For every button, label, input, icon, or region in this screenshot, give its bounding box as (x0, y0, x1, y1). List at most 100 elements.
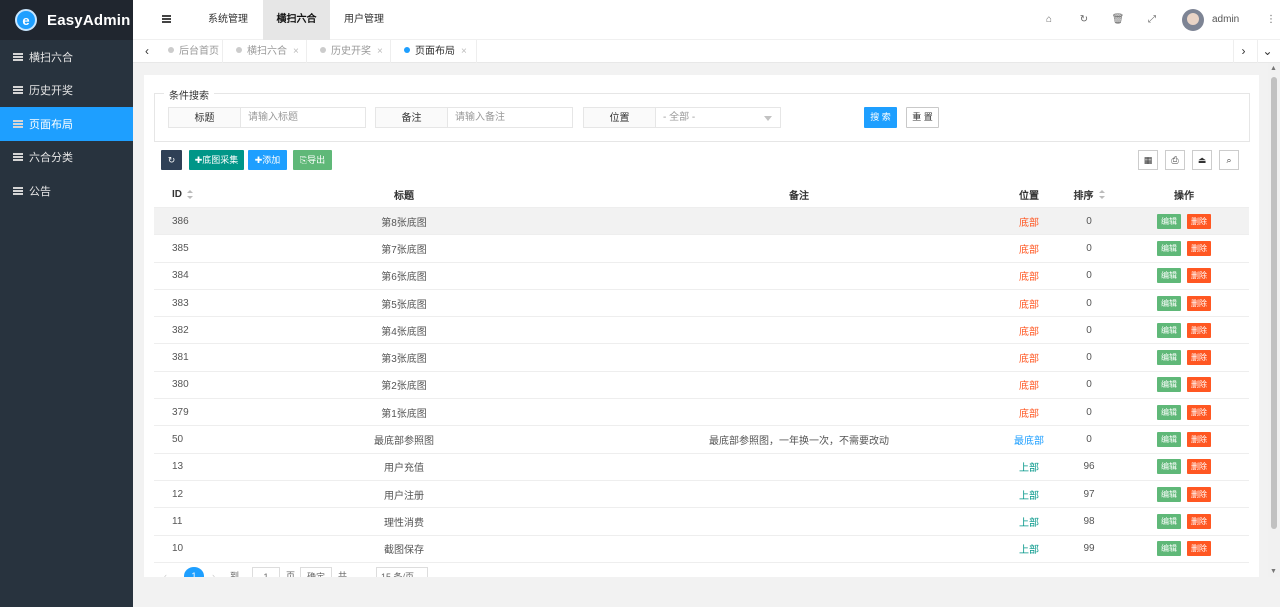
scroll-up-icon[interactable]: ▲ (1270, 65, 1277, 72)
fullscreen-icon[interactable]: ⤢ (1145, 13, 1159, 27)
note-search-input[interactable]: 请输入备注 (448, 107, 573, 128)
close-icon[interactable]: × (377, 46, 383, 57)
tab-menu-chevron-down-icon[interactable]: ⌄ (1257, 40, 1277, 63)
delete-button[interactable]: 删除 (1187, 322, 1211, 338)
home-icon[interactable]: ⌂ (1042, 13, 1056, 27)
delete-button[interactable]: 删除 (1187, 350, 1211, 366)
delete-button[interactable]: 删除 (1187, 486, 1211, 502)
add-button[interactable]: ✚添加 (248, 150, 287, 170)
edit-button[interactable]: 编辑 (1157, 513, 1181, 529)
edit-button[interactable]: 编辑 (1157, 432, 1181, 448)
more-icon[interactable]: ⋮ (1264, 13, 1278, 27)
delete-button[interactable]: 删除 (1187, 240, 1211, 256)
refresh-table-button[interactable]: ↻ (161, 150, 182, 170)
table-row[interactable]: 384 第6张底图 底部 0 编辑 删除 (154, 263, 1249, 290)
page-current[interactable]: 1 (184, 567, 204, 577)
table-row[interactable]: 12 用户注册 上部 97 编辑 删除 (154, 481, 1249, 509)
title-label: 标题 (168, 107, 241, 128)
table-row[interactable]: 11 理性消费 上部 98 编辑 删除 (154, 508, 1249, 536)
delete-button[interactable]: 删除 (1187, 268, 1211, 284)
reset-button[interactable]: 重 置 (906, 107, 939, 128)
tab-henghao[interactable]: 横扫六合 × (223, 40, 307, 63)
scroll-down-icon[interactable]: ▼ (1270, 568, 1277, 575)
table-header: ID 标题 备注 位置 排序 操作 (154, 181, 1249, 208)
table-row[interactable]: 383 第5张底图 底部 0 编辑 删除 (154, 290, 1249, 318)
clear-cache-icon[interactable]: 🗑 (1111, 13, 1125, 27)
cell-position: 底部 (1019, 217, 1039, 229)
edit-button[interactable]: 编辑 (1157, 213, 1181, 229)
delete-button[interactable]: 删除 (1187, 513, 1211, 529)
column-header-sort[interactable]: 排序 (1064, 181, 1114, 207)
edit-button[interactable]: 编辑 (1157, 268, 1181, 284)
menu-toggle-icon[interactable] (162, 15, 171, 23)
tab-scroll-right-icon[interactable]: › (1233, 40, 1253, 63)
table-row[interactable]: 385 第7张底图 底部 0 编辑 删除 (154, 235, 1249, 263)
edit-button[interactable]: 编辑 (1157, 541, 1181, 557)
top-nav-users[interactable]: 用户管理 (331, 0, 397, 40)
logo[interactable]: e EasyAdmin (0, 0, 133, 40)
table-row[interactable]: 381 第3张底图 底部 0 编辑 删除 (154, 344, 1249, 372)
username[interactable]: admin (1212, 0, 1239, 40)
sidebar-item-layout[interactable]: 页面布局 (0, 107, 133, 141)
position-select[interactable]: - 全部 - (656, 107, 781, 128)
cell-actions: 编辑 删除 (1134, 344, 1234, 370)
sort-icon[interactable] (1098, 189, 1105, 199)
table-row[interactable]: 380 第2张底图 底部 0 编辑 删除 (154, 372, 1249, 400)
delete-button[interactable]: 删除 (1187, 404, 1211, 420)
edit-button[interactable]: 编辑 (1157, 404, 1181, 420)
delete-button[interactable]: 删除 (1187, 541, 1211, 557)
tab-scroll-left-icon[interactable]: ‹ (137, 40, 157, 63)
delete-button[interactable]: 删除 (1187, 432, 1211, 448)
table-row[interactable]: 379 第1张底图 底部 0 编辑 删除 (154, 399, 1249, 427)
table-row[interactable]: 13 用户充值 上部 96 编辑 删除 (154, 454, 1249, 481)
top-nav-system[interactable]: 系统管理 (195, 0, 261, 40)
table-row[interactable]: 386 第8张底图 底部 0 编辑 删除 (154, 208, 1249, 236)
print-icon[interactable]: ⎙ (1165, 150, 1185, 170)
per-page-select[interactable]: 15 条/页 (376, 567, 428, 577)
close-icon[interactable]: × (293, 46, 299, 57)
tab-history[interactable]: 历史开奖 × (307, 40, 391, 63)
columns-filter-icon[interactable]: ▦ (1138, 150, 1158, 170)
close-icon[interactable]: × (461, 46, 467, 57)
next-page-icon[interactable]: › (212, 567, 215, 577)
refresh-icon[interactable]: ↻ (1077, 13, 1091, 27)
note-label: 备注 (375, 107, 448, 128)
tab-layout[interactable]: 页面布局 × (391, 40, 477, 63)
sidebar-item-henghao[interactable]: 横扫六合 (0, 40, 133, 74)
title-search-input[interactable]: 请输入标题 (241, 107, 366, 128)
delete-button[interactable]: 删除 (1187, 213, 1211, 229)
sidebar-item-category[interactable]: 六合分类 (0, 141, 133, 175)
scrollbar-thumb[interactable] (1271, 77, 1277, 529)
page-scrollbar[interactable]: ▲ ▼ (1268, 63, 1280, 577)
export-tool-icon[interactable]: ⏏ (1192, 150, 1212, 170)
cell-sort: 96 (1083, 461, 1095, 473)
edit-button[interactable]: 编辑 (1157, 295, 1181, 311)
edit-button[interactable]: 编辑 (1157, 377, 1181, 393)
tab-home[interactable]: 后台首页 (155, 40, 223, 63)
top-nav-henghao[interactable]: 横扫六合 (263, 0, 330, 40)
collect-button[interactable]: ✚底图采集 (189, 150, 244, 170)
goto-confirm-button[interactable]: 确定 (300, 567, 332, 577)
edit-button[interactable]: 编辑 (1157, 350, 1181, 366)
table-row[interactable]: 50 最底部参照图 最底部参照图，一年换一次，不需要改动 最底部 0 编辑 删除 (154, 426, 1249, 454)
sidebar-item-notice[interactable]: 公告 (0, 174, 133, 208)
edit-button[interactable]: 编辑 (1157, 322, 1181, 338)
table-row[interactable]: 10 截图保存 上部 99 编辑 删除 (154, 536, 1249, 563)
table-row[interactable]: 382 第4张底图 底部 0 编辑 删除 (154, 317, 1249, 345)
sidebar-item-history[interactable]: 历史开奖 (0, 74, 133, 108)
column-header-id[interactable]: ID (172, 181, 222, 207)
prev-page-icon[interactable]: ‹ (164, 567, 167, 577)
search-button[interactable]: 搜 索 (864, 107, 897, 128)
delete-button[interactable]: 删除 (1187, 377, 1211, 393)
sort-icon[interactable] (187, 189, 193, 199)
cell-note (604, 208, 994, 234)
delete-button[interactable]: 删除 (1187, 295, 1211, 311)
export-button[interactable]: ⎘导出 (293, 150, 332, 170)
search-icon[interactable]: ⌕ (1219, 150, 1239, 170)
delete-button[interactable]: 删除 (1187, 459, 1211, 475)
edit-button[interactable]: 编辑 (1157, 486, 1181, 502)
avatar[interactable] (1182, 9, 1204, 31)
goto-page-input[interactable]: 1 (252, 567, 280, 577)
edit-button[interactable]: 编辑 (1157, 459, 1181, 475)
edit-button[interactable]: 编辑 (1157, 240, 1181, 256)
